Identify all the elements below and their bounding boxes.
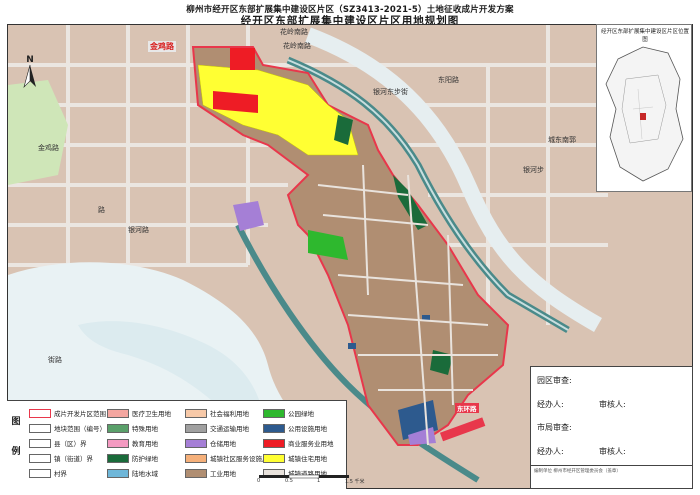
legend-item: 村界 <box>29 468 67 478</box>
legend-swatch <box>29 468 51 478</box>
legend-swatch <box>185 408 207 418</box>
legend-label: 医疗卫生用地 <box>132 410 171 418</box>
legend-swatch <box>263 438 285 448</box>
place-label-2: 东阳路 <box>438 76 459 84</box>
legend-swatch <box>29 423 51 433</box>
legend-label: 仓储用地 <box>210 440 236 448</box>
footer-text: 编制单位 柳州市经开区管理委员会（盖章） <box>534 469 621 474</box>
legend-label: 镇（街道）界 <box>54 455 93 463</box>
north-arrow-icon: N <box>23 55 36 89</box>
legend-swatch <box>107 423 129 433</box>
scale-bar: 0 0.5 1 1.5 千米 <box>255 472 395 486</box>
legend-item: 医疗卫生用地 <box>107 408 171 418</box>
scale-tick-3: 1.5 千米 <box>345 479 365 485</box>
scale-bar-svg <box>259 474 349 479</box>
legend-item: 特殊用地 <box>107 423 158 433</box>
legend-swatch <box>29 453 51 463</box>
approval-handler-1: 经办人: <box>537 400 564 409</box>
legend-item: 公园绿地 <box>263 408 314 418</box>
farmland-1 <box>8 80 68 185</box>
place-label-4: 城东南郭 <box>548 136 576 144</box>
legend-swatch <box>263 423 285 433</box>
legend-item: 城镇住宅用地 <box>263 453 327 463</box>
legend-item: 社会福利用地 <box>185 408 249 418</box>
legend-item: 交通运输用地 <box>185 423 249 433</box>
legend-swatch <box>185 453 207 463</box>
legend-swatch <box>263 453 285 463</box>
legend-item: 仓储用地 <box>185 438 236 448</box>
commercial-block-1 <box>230 48 255 70</box>
road-label-3: 花岭南路 <box>283 42 311 50</box>
legend-label: 交通运输用地 <box>210 425 249 433</box>
east-ring-road-label: 东环路 <box>455 403 479 413</box>
location-inset-map: 经开区东部扩展集中建设区片区位置图 <box>596 24 692 192</box>
place-label-3: 银河步 <box>523 166 544 174</box>
scale-tick-1: 0.5 <box>285 478 293 484</box>
scale-tick-0: 0 <box>257 478 261 484</box>
utility-small-1 <box>348 343 356 349</box>
legend-swatch <box>107 468 129 478</box>
legend-swatch <box>29 408 51 418</box>
approval-park-review: 园区审查: <box>537 376 572 385</box>
legend-label: 公园绿地 <box>288 410 314 418</box>
legend-title: 图 例 <box>11 417 21 457</box>
legend-label: 教育用地 <box>132 440 158 448</box>
road-label-1: 金鸡路 <box>148 41 176 52</box>
legend-swatch <box>185 468 207 478</box>
legend-item: 城镇社区服务设施用地 <box>185 453 275 463</box>
approval-reviewer-1: 审核人: <box>599 400 626 409</box>
legend-swatch <box>107 438 129 448</box>
legend-item: 防护绿地 <box>107 453 158 463</box>
place-label-7: 街路 <box>48 356 62 364</box>
legend-item: 地块范围（编号） <box>29 423 106 433</box>
legend-label: 县（区）界 <box>54 440 87 448</box>
legend-swatch <box>263 408 285 418</box>
road-label-4: 金鸡路 <box>38 144 59 152</box>
approval-handler-2: 经办人: <box>537 447 564 456</box>
inset-svg <box>605 46 684 182</box>
legend-item: 工业用地 <box>185 468 236 478</box>
footer-panel: 编制单位 柳州市经开区管理委员会（盖章） <box>530 466 693 489</box>
legend-item: 教育用地 <box>107 438 158 448</box>
legend-item: 镇（街道）界 <box>29 453 93 463</box>
legend-swatch <box>185 423 207 433</box>
legend-label: 城镇住宅用地 <box>288 455 327 463</box>
inset-site-marker <box>640 113 646 120</box>
approval-city-review: 市局审查: <box>537 423 572 432</box>
road-label-2: 花岭南路 <box>280 28 308 36</box>
legend-swatch <box>29 438 51 448</box>
legend-item: 县（区）界 <box>29 438 87 448</box>
legend-label: 商业服务业用地 <box>288 440 334 448</box>
legend-item: 成片开发片区范围 <box>29 408 106 418</box>
legend-item: 公用设施用地 <box>263 423 327 433</box>
legend-label: 社会福利用地 <box>210 410 249 418</box>
legend-label: 工业用地 <box>210 470 236 478</box>
legend-label: 公用设施用地 <box>288 425 327 433</box>
approval-panel: 园区审查: 经办人: 审核人: 市局审查: 经办人: 审核人: <box>530 366 693 466</box>
legend-label: 地块范围（编号） <box>54 425 106 433</box>
place-label-1: 银河东步街 <box>373 88 408 96</box>
legend-item: 商业服务业用地 <box>263 438 334 448</box>
legend-label: 村界 <box>54 470 67 478</box>
legend-swatch <box>107 453 129 463</box>
north-arrow: N <box>20 53 40 91</box>
place-label-6: 银河路 <box>128 226 149 234</box>
legend-label: 成片开发片区范围 <box>54 410 106 418</box>
approval-reviewer-2: 审核人: <box>599 447 626 456</box>
place-label-5: 路 <box>98 206 105 214</box>
legend-label: 陆地水域 <box>132 470 158 478</box>
legend-item: 陆地水域 <box>107 468 158 478</box>
svg-text:N: N <box>26 55 34 65</box>
scale-tick-2: 1 <box>317 478 321 484</box>
legend-swatch <box>107 408 129 418</box>
legend-label: 特殊用地 <box>132 425 158 433</box>
legend-label: 防护绿地 <box>132 455 158 463</box>
legend-swatch <box>185 438 207 448</box>
